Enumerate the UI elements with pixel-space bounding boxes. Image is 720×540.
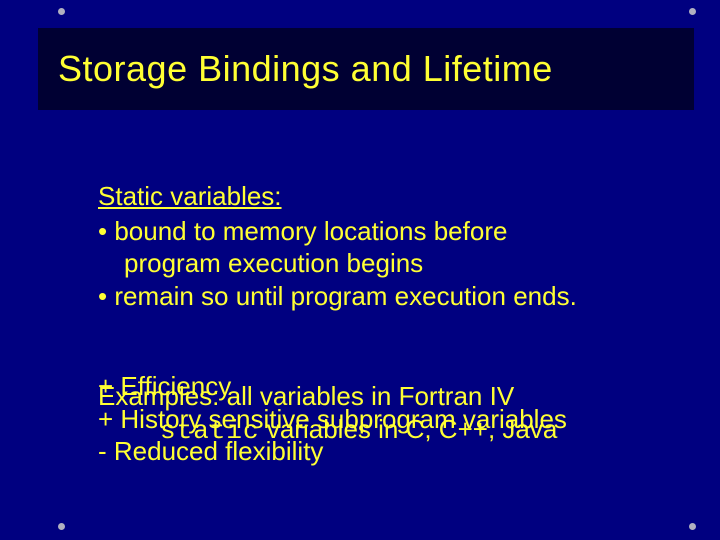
decor-dot-tr	[689, 8, 696, 15]
decor-dot-br	[689, 523, 696, 530]
bullet-2: • remain so until program execution ends…	[98, 280, 680, 313]
title-box: Storage Bindings and Lifetime	[38, 28, 694, 110]
decor-dot-bl	[58, 523, 65, 530]
examples-line-2-tail: variables in C, C++, Java	[260, 414, 558, 444]
bullet-1-cont: program execution begins	[98, 247, 680, 280]
static-keyword: static	[160, 416, 260, 446]
section-heading: Static variables:	[98, 180, 680, 213]
overlap-layer-b: Examples: all variables in Fortran IV st…	[98, 380, 680, 447]
decor-dot-tl	[58, 8, 65, 15]
overlap-block: + Efficiency + History sensitive subprog…	[98, 370, 680, 490]
examples-line-1: Examples: all variables in Fortran IV	[98, 380, 680, 413]
examples-line-2: static variables in C, C++, Java	[98, 413, 680, 448]
slide-content: Static variables: • bound to memory loca…	[98, 180, 680, 490]
bullet-1: • bound to memory locations before	[98, 215, 680, 248]
slide-title: Storage Bindings and Lifetime	[58, 48, 553, 90]
slide: Storage Bindings and Lifetime Static var…	[0, 0, 720, 540]
